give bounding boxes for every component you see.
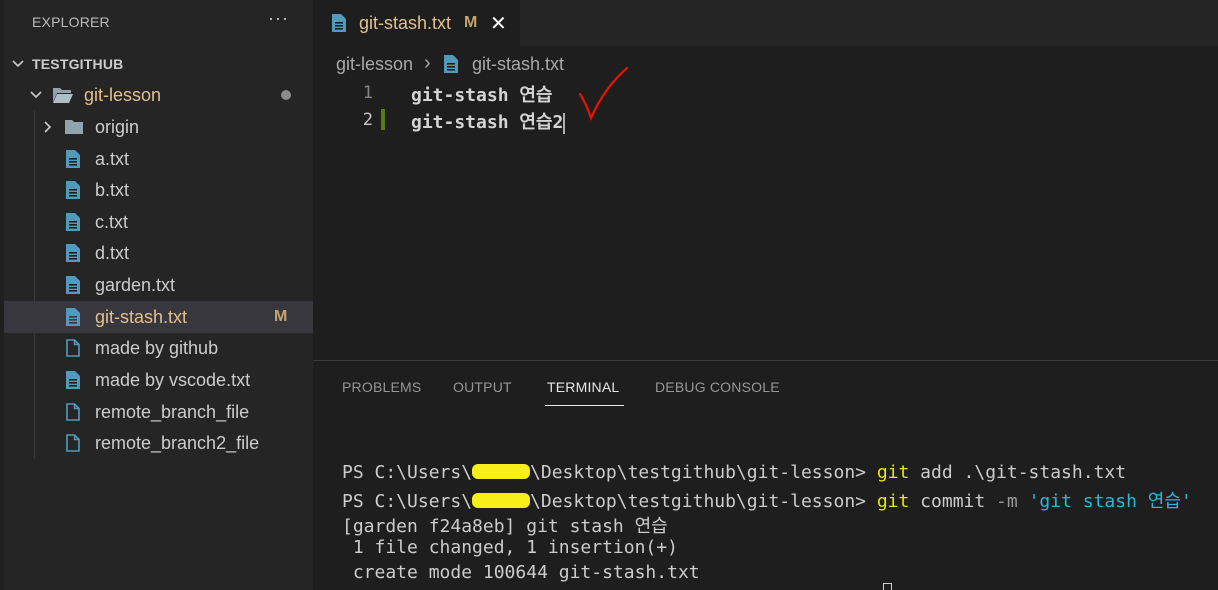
terminal-args: commit <box>909 491 997 512</box>
terminal-flag: -m <box>996 491 1018 512</box>
terminal-command: git <box>876 491 910 512</box>
tree-file-made-by-github[interactable]: made by github <box>4 332 313 364</box>
close-icon[interactable]: ✕ <box>490 11 507 36</box>
tree-label: remote_branch2_file <box>95 432 260 453</box>
terminal-prompt-path: \Desktop\testgithub\git-lesson> <box>530 462 877 483</box>
file-text-icon <box>66 308 80 326</box>
tree-label: d.txt <box>95 242 130 263</box>
file-text-icon <box>66 371 80 389</box>
tab-git-stash-txt[interactable]: git-stash.txt M ✕ <box>313 0 520 46</box>
editor-area: git-stash.txt M ✕ git-lesson › git-stash… <box>313 0 1218 360</box>
terminal-prompt-prefix: PS C:\Users\ <box>342 491 473 512</box>
terminal-command: git <box>876 462 910 483</box>
file-text-icon <box>66 213 80 231</box>
file-outline-icon <box>66 434 80 452</box>
editor-tab-bar: git-stash.txt M ✕ <box>313 0 1218 46</box>
tree-file-c-txt[interactable]: c.txt <box>4 206 313 238</box>
line-number: 1 <box>362 83 373 103</box>
tree-file-d-txt[interactable]: d.txt <box>4 237 313 269</box>
redaction-mark <box>472 493 531 508</box>
breadcrumb-file[interactable]: git-stash.txt <box>472 54 564 75</box>
tree-label: garden.txt <box>95 274 176 295</box>
explorer-sidebar: EXPLORER ··· TESTGITHUB git-lesson origi… <box>0 0 313 590</box>
breadcrumb-folder[interactable]: git-lesson <box>336 54 413 75</box>
terminal-output-line: create mode 100644 git-stash.txt <box>342 562 700 583</box>
tree-label: c.txt <box>95 211 129 232</box>
tree-file-a-txt[interactable]: a.txt <box>4 143 313 175</box>
tree-file-remote-branch2-file[interactable]: remote_branch2_file <box>4 427 313 459</box>
modified-badge: M <box>274 308 288 325</box>
tree-file-git-stash-txt[interactable]: git-stash.txt M <box>4 301 313 333</box>
tree-label-origin: origin <box>95 116 140 137</box>
checkmark-annotation-icon <box>578 66 629 122</box>
folder-open-icon <box>52 86 74 104</box>
tab-terminal[interactable]: TERMINAL <box>547 379 619 395</box>
terminal-args: add .\git-stash.txt <box>909 462 1127 483</box>
tree-label: remote_branch_file <box>95 401 250 422</box>
folder-icon <box>64 119 84 135</box>
file-text-icon <box>66 276 80 294</box>
tree-label: b.txt <box>95 179 130 200</box>
tree-label: a.txt <box>95 148 130 169</box>
tree-file-made-by-vscode-txt[interactable]: made by vscode.txt <box>4 364 313 396</box>
modified-dot-badge <box>281 90 291 100</box>
redaction-mark <box>472 464 531 479</box>
tab-debug-console[interactable]: DEBUG CONSOLE <box>655 379 780 395</box>
tree-root-label: TESTGITHUB <box>32 56 124 72</box>
chevron-down-icon <box>10 56 26 72</box>
tree-label-git-lesson: git-lesson <box>84 84 162 105</box>
tree-label: made by github <box>95 337 219 358</box>
bottom-panel: PROBLEMS OUTPUT TERMINAL DEBUG CONSOLE P… <box>313 360 1218 590</box>
git-modified-gutter-bar <box>381 109 385 130</box>
file-text-icon <box>66 244 80 262</box>
code-line-active[interactable]: git-stash 연습2 <box>411 108 566 134</box>
explorer-title: EXPLORER <box>32 14 110 30</box>
tree-root-testgithub[interactable]: TESTGITHUB <box>4 48 313 80</box>
tab-label: git-stash.txt <box>359 13 452 33</box>
tab-problems[interactable]: PROBLEMS <box>342 379 421 395</box>
active-tab-underline <box>545 405 624 406</box>
terminal-prompt-prefix: PS C:\Users\ <box>342 462 473 483</box>
tree-file-remote-branch-file[interactable]: remote_branch_file <box>4 396 313 428</box>
file-text-icon <box>332 14 346 32</box>
chevron-right-icon: › <box>424 52 431 74</box>
terminal-cursor <box>883 583 892 590</box>
modified-badge: M <box>464 14 478 31</box>
tree-folder-git-lesson[interactable]: git-lesson <box>4 79 313 111</box>
file-text-icon <box>66 150 80 168</box>
text-cursor <box>563 112 566 134</box>
file-outline-icon <box>66 339 80 357</box>
tree-file-b-txt[interactable]: b.txt <box>4 174 313 206</box>
chevron-right-icon <box>40 119 56 135</box>
terminal-line: PS C:\Users\ \Desktop\testgithub\git-less… <box>342 487 1192 513</box>
tree-file-garden-txt[interactable]: garden.txt <box>4 269 313 301</box>
code-line[interactable]: git-stash 연습 <box>411 81 553 107</box>
terminal-string: 'git stash 연습' <box>1017 491 1192 512</box>
tree-label: git-stash.txt <box>95 306 188 327</box>
terminal-output-line: 1 file changed, 1 insertion(+) <box>342 537 678 558</box>
chevron-down-icon <box>28 87 44 103</box>
line-number: 2 <box>362 110 373 130</box>
tab-output[interactable]: OUTPUT <box>453 379 512 395</box>
more-actions-icon[interactable]: ··· <box>268 8 289 29</box>
terminal-prompt-path: \Desktop\testgithub\git-lesson> <box>530 491 877 512</box>
file-outline-icon <box>66 403 80 421</box>
terminal-output-line: [garden f24a8eb] git stash 연습 <box>342 516 668 537</box>
terminal-line: PS C:\Users\ \Desktop\testgithub\git-less… <box>342 462 1126 483</box>
file-text-icon <box>66 181 80 199</box>
file-text-icon <box>444 55 458 78</box>
code-text: git-stash 연습2 <box>411 112 564 133</box>
tree-folder-origin[interactable]: origin <box>4 111 313 143</box>
tree-label: made by vscode.txt <box>95 369 251 390</box>
